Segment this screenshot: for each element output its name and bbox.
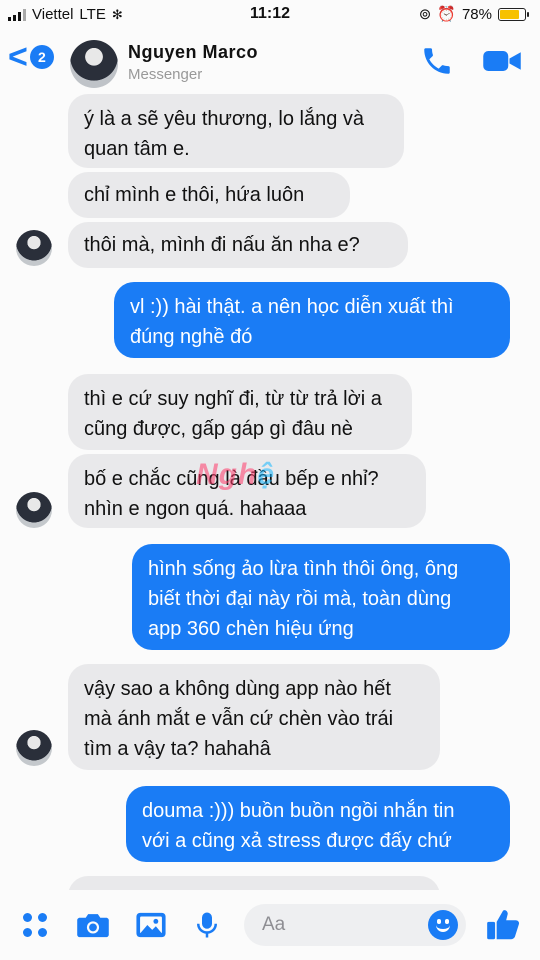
signal-icon	[8, 8, 26, 21]
microphone-icon[interactable]	[192, 908, 222, 942]
photo-icon[interactable]	[134, 910, 168, 940]
sender-avatar	[16, 230, 52, 266]
phone-icon[interactable]	[420, 44, 454, 78]
status-right: ⊚ ⏰ 78%	[418, 5, 529, 23]
chat-header: < 2 Nguyen Marco Messenger	[0, 30, 540, 90]
camera-icon[interactable]	[76, 910, 110, 940]
apps-icon[interactable]	[20, 910, 50, 940]
message-incoming[interactable]: thôi mà, mình đi nấu ăn nha e?	[68, 222, 408, 268]
message-incoming[interactable]: chỉ mình e thôi, hứa luôn	[68, 172, 350, 218]
chevron-left-icon: <	[8, 38, 28, 76]
loading-icon: ✻	[111, 6, 123, 22]
contact-avatar[interactable]	[70, 40, 118, 88]
battery-icon	[498, 7, 529, 21]
message-outgoing[interactable]: douma :))) buồn buồn ngồi nhắn tin với a…	[126, 786, 510, 862]
message-incoming[interactable]: vậy sao a không dùng app nào hết mà ánh …	[68, 664, 440, 770]
status-time: 11:12	[250, 5, 291, 22]
message-composer[interactable]	[244, 904, 466, 946]
carrier-info: Viettel LTE ✻	[8, 6, 123, 23]
alarm-icon: ⏰	[437, 6, 456, 23]
carrier-name: Viettel	[32, 6, 74, 23]
message-outgoing[interactable]: hình sống ảo lừa tình thôi ông, ông biết…	[132, 544, 510, 650]
contact-name[interactable]: Nguyen Marco	[128, 42, 258, 63]
emoji-icon[interactable]	[428, 910, 458, 940]
sender-avatar	[16, 730, 52, 766]
watermark-part2: ệ	[257, 458, 276, 491]
message-outgoing[interactable]: vl :)) hài thật. a nên học diễn xuất thì…	[114, 282, 510, 358]
status-bar: Viettel LTE ✻ 11:12 ⊚ ⏰ 78%	[0, 0, 540, 30]
battery-percent: 78%	[461, 5, 492, 23]
back-button[interactable]: < 2	[8, 38, 54, 76]
unread-badge: 2	[29, 45, 54, 69]
thumbs-up-icon[interactable]	[484, 906, 522, 944]
composer-toolbar	[0, 890, 540, 960]
watermark-logo: Nghệ	[196, 458, 275, 492]
battery-fill	[500, 9, 519, 19]
sender-avatar	[16, 492, 52, 528]
message-incoming[interactable]: ý là a sẽ yêu thương, lo lắng và quan tâ…	[68, 94, 404, 168]
video-camera-icon[interactable]	[482, 46, 522, 76]
message-input[interactable]	[260, 913, 414, 937]
message-incoming[interactable]: thì e cứ suy nghĩ đi, từ từ trả lời a cũ…	[68, 374, 412, 450]
watermark-part1: Ngh	[196, 458, 258, 491]
orientation-lock-icon: ⊚	[418, 6, 432, 23]
contact-subtitle: Messenger	[128, 66, 203, 83]
network-type: LTE	[79, 6, 106, 23]
